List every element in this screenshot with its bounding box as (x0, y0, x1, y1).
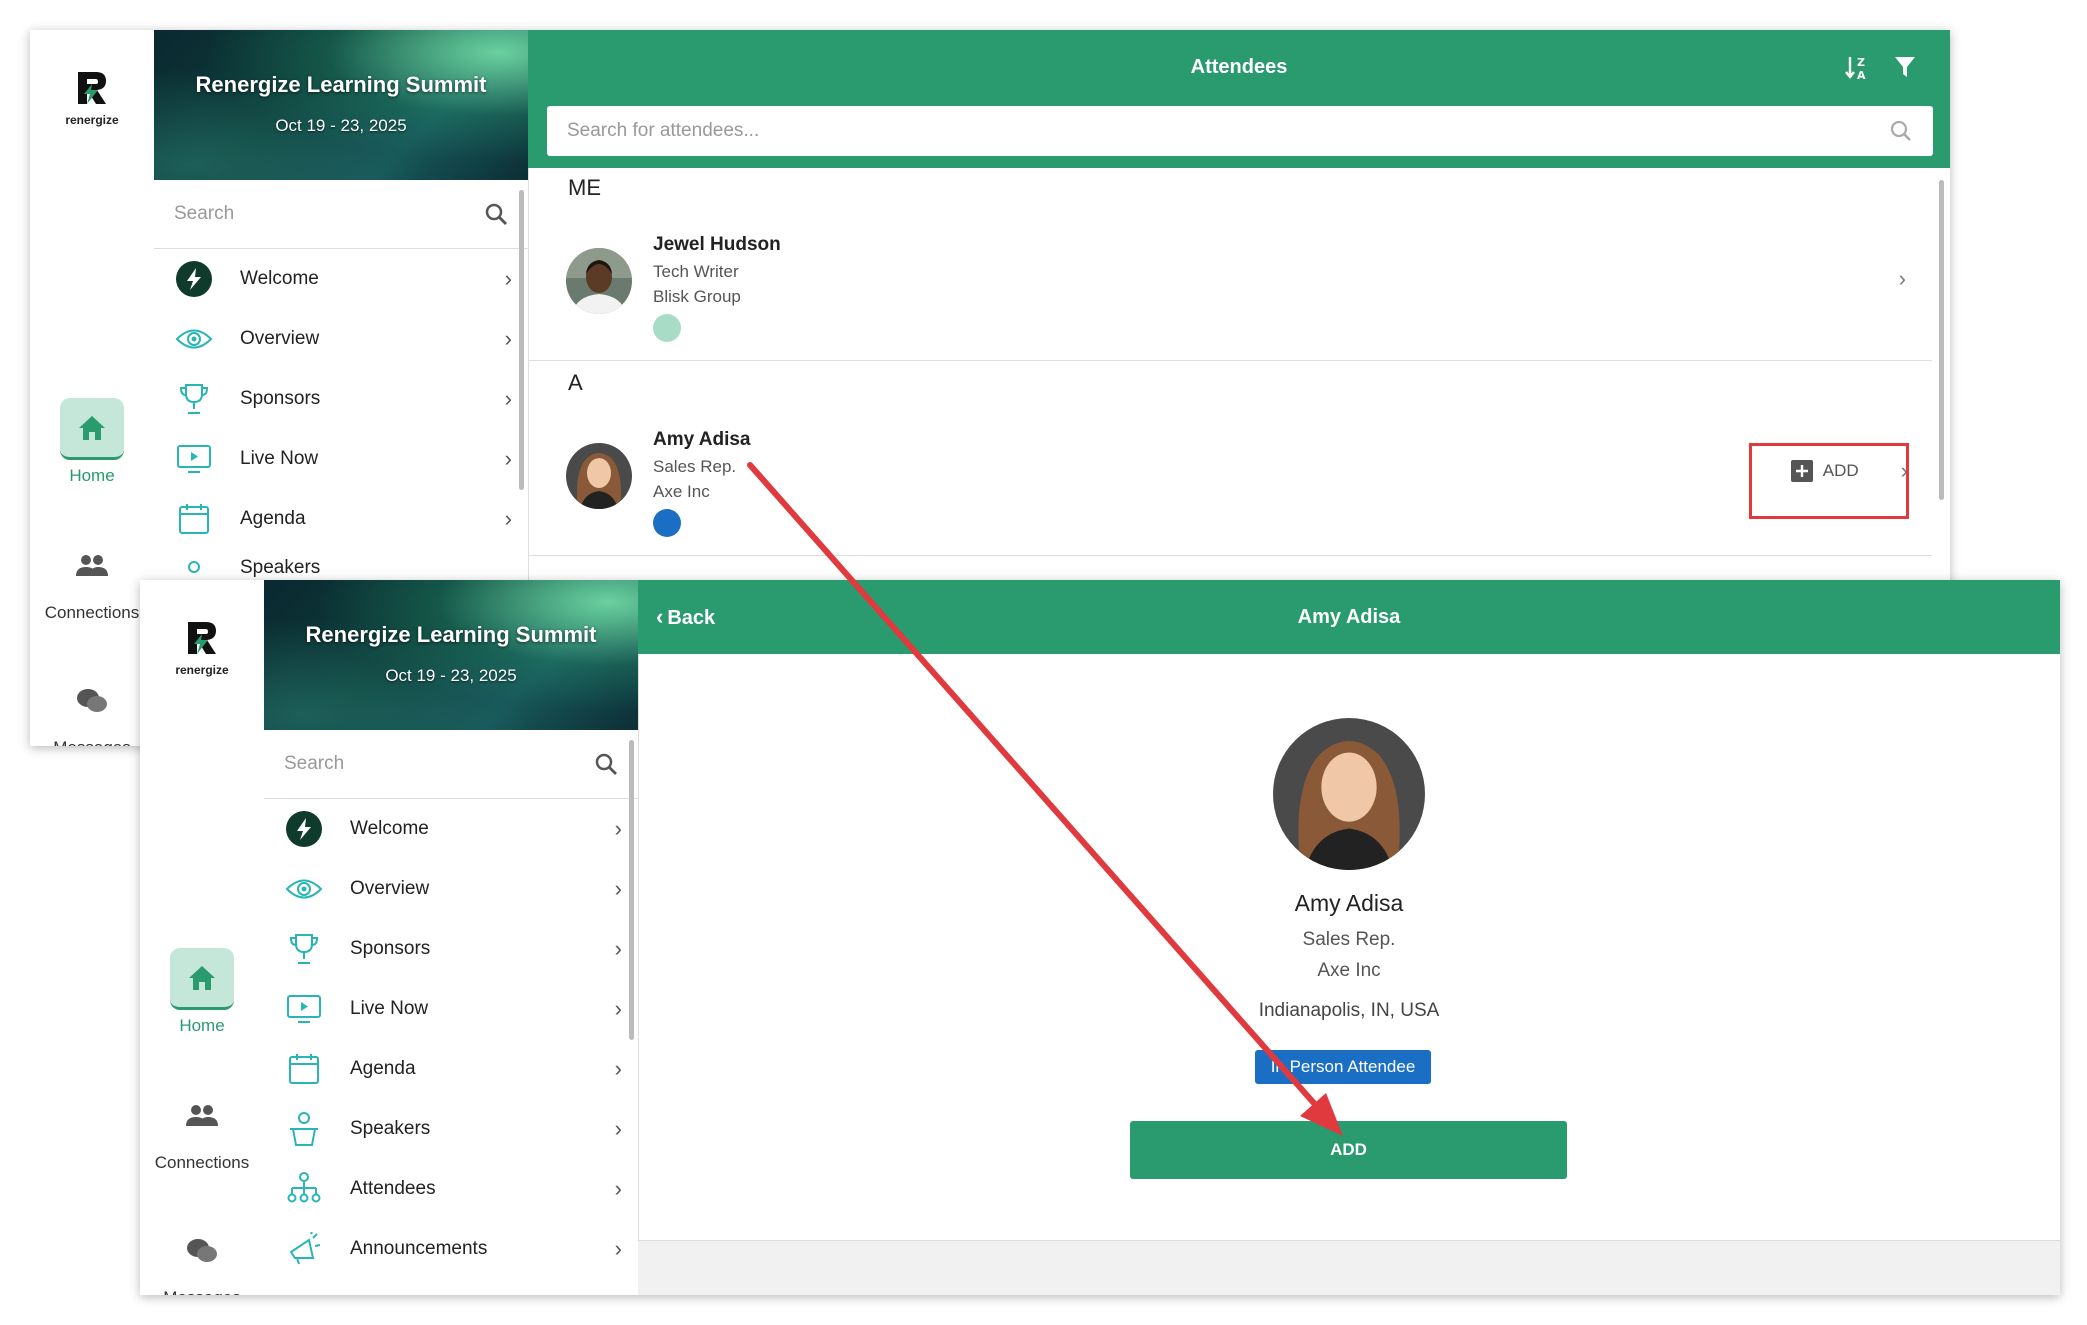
annotation-arrow (747, 462, 1343, 1136)
